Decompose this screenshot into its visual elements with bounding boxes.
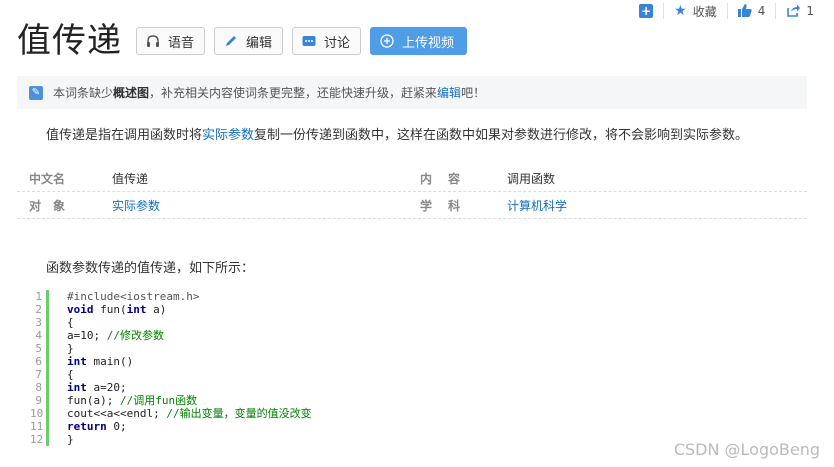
voice-button[interactable]: 语音 (136, 27, 206, 55)
code-text: void fun(int a) (67, 303, 167, 316)
code-text: #include<iostream.h> (67, 290, 200, 303)
like-button[interactable]: 4 (726, 3, 776, 20)
chat-icon (302, 34, 316, 48)
code-line: 1 #include<iostream.h> (30, 290, 450, 303)
line-number: 10 (30, 407, 49, 420)
code-text: } (67, 433, 74, 446)
edit-button[interactable]: 编辑 (214, 27, 284, 55)
add-button[interactable]: + (639, 3, 663, 19)
edit-label: 编辑 (246, 35, 273, 51)
favorite-button[interactable]: ★ 收藏 (663, 3, 727, 19)
favorite-label: 收藏 (692, 4, 717, 19)
notice-bold: 概述图 (113, 86, 150, 100)
plus-square-icon: + (639, 4, 654, 18)
code-block: 1 #include<iostream.h> 2 void fun(int a) 3{4… (30, 290, 450, 446)
info-value-link[interactable]: 计算机科学 (507, 197, 567, 214)
info-value: 值传递 (112, 171, 149, 186)
line-number: 3 (30, 316, 49, 329)
title-row: 值传递 语音 编辑 讨论 上传视频 (17, 20, 476, 62)
code-line: 4 a=10; //修改参数 (30, 329, 450, 342)
code-line: 10 cout<<a<<endl; //输出变量，变量的值没改变 (30, 407, 450, 420)
notice-text: 本词条缺少概述图，补充相关内容使词条更完整，还能快速升级，赶紧来编辑吧！ (53, 86, 486, 100)
line-number: 4 (30, 329, 49, 342)
watermark: CSDN @LogoBeng (673, 440, 820, 459)
share-button[interactable]: 1 (775, 3, 824, 19)
code-text: cout<<a<<endl; //输出变量，变量的值没改变 (67, 407, 312, 420)
upload-video-button[interactable]: 上传视频 (370, 27, 468, 55)
discuss-label: 讨论 (324, 35, 351, 51)
code-text: fun(a); //调用fun函数 (67, 394, 198, 407)
voice-label: 语音 (168, 35, 195, 51)
code-line: 3{ (30, 316, 450, 329)
line-number: 2 (30, 303, 49, 316)
info-label: 中文名 (29, 171, 66, 186)
missing-image-notice: ✎ 本词条缺少概述图，补充相关内容使词条更完整，还能快速升级，赶紧来编辑吧！ (17, 76, 807, 109)
actual-parameter-link[interactable]: 实际参数 (202, 128, 254, 143)
info-label: 对 象 (29, 198, 66, 213)
thumbs-up-icon (737, 3, 752, 20)
line-number: 8 (30, 381, 49, 394)
share-count: 1 (806, 4, 814, 18)
code-text: } (67, 342, 74, 355)
info-label: 内 容 (420, 171, 463, 186)
share-icon (786, 3, 801, 20)
upload-video-label: 上传视频 (402, 35, 455, 51)
intro-paragraph: 值传递是指在调用函数时将实际参数复制一份传递到函数中，这样在函数中如果对参数进行… (46, 128, 749, 143)
code-line: 12} (30, 433, 450, 446)
pencil-icon (224, 34, 238, 48)
info-value-link[interactable]: 实际参数 (112, 197, 412, 214)
basic-info-table: 中文名 值传递 内 容 调用函数 对 象 实际参数 学 科 计算机科学 (17, 165, 807, 219)
top-toolbar: + ★ 收藏 4 1 (639, 2, 824, 20)
like-count: 4 (757, 4, 766, 18)
line-number: 5 (30, 342, 49, 355)
code-text: { (67, 316, 74, 329)
info-label: 学 科 (420, 198, 463, 213)
code-line: 5} (30, 342, 450, 355)
info-value: 调用函数 (507, 171, 556, 186)
notice-edit-link[interactable]: 编辑 (437, 86, 461, 100)
code-text: a=10; //修改参数 (67, 329, 164, 342)
edit-icon: ✎ (29, 85, 43, 100)
star-icon: ★ (674, 3, 687, 19)
page-title: 值传递 (17, 21, 122, 61)
info-row: 对 象 实际参数 学 科 计算机科学 (17, 192, 807, 219)
section-paragraph: 函数参数传递的值传递，如下所示： (46, 261, 255, 276)
line-number: 12 (30, 433, 49, 446)
line-number: 6 (30, 355, 49, 368)
plus-circle-icon (380, 34, 394, 48)
line-number: 11 (30, 420, 49, 433)
line-number: 7 (30, 368, 49, 381)
code-text: { (67, 368, 74, 381)
code-text: int main() (67, 355, 134, 368)
code-line: 6 int main() (30, 355, 450, 368)
code-text: int a=20; (67, 381, 127, 394)
line-number: 1 (30, 290, 49, 303)
headphones-icon (146, 34, 160, 48)
code-line: 11 return 0; (30, 420, 450, 433)
code-text: return 0; (67, 420, 127, 433)
discuss-button[interactable]: 讨论 (292, 27, 362, 55)
info-row: 中文名 值传递 内 容 调用函数 (17, 165, 807, 192)
code-line: 8 int a=20; (30, 381, 450, 394)
code-line: 9 fun(a); //调用fun函数 (30, 394, 450, 407)
line-number: 9 (30, 394, 49, 407)
code-line: 2 void fun(int a) (30, 303, 450, 316)
code-line: 7{ (30, 368, 450, 381)
